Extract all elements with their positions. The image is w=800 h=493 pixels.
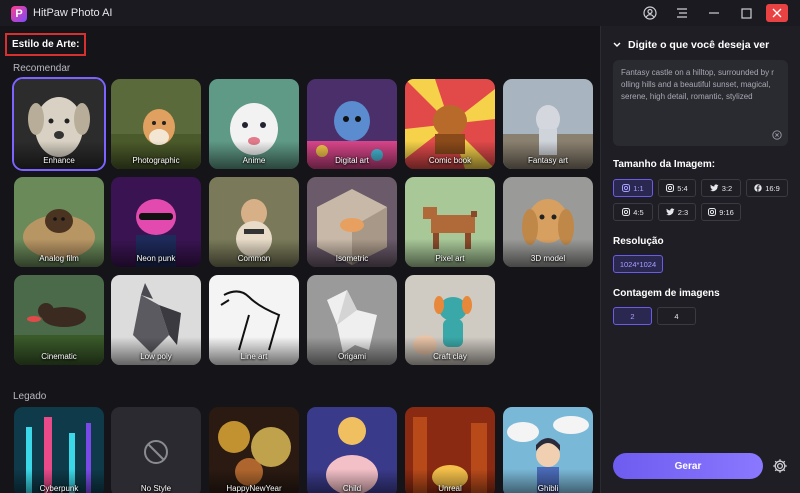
count-option-label: 2 bbox=[630, 311, 635, 321]
style-card-label: Photographic bbox=[132, 156, 180, 165]
settings-panel: Digite o que você deseja ver Fantasy cas… bbox=[600, 26, 800, 493]
size-option-label: 16:9 bbox=[765, 183, 780, 193]
no-style-icon bbox=[144, 440, 168, 464]
instagram-icon bbox=[666, 184, 675, 192]
style-panel: Estilo de Arte: Recomendar Enhance Photo… bbox=[0, 26, 600, 493]
style-card-enhance[interactable]: Enhance bbox=[12, 77, 106, 171]
section-title: Estilo de Arte: bbox=[5, 33, 87, 56]
size-option-label: 2:3 bbox=[677, 207, 689, 217]
size-option-5-4[interactable]: 5:4 bbox=[658, 179, 696, 197]
instagram-icon bbox=[622, 208, 631, 216]
size-option-2-3[interactable]: 2:3 bbox=[658, 203, 696, 221]
group-label-recommended: Recomendar bbox=[13, 63, 71, 74]
app-title: HitPaw Photo AI bbox=[33, 7, 113, 19]
style-card-label: Digital art bbox=[335, 156, 369, 165]
count-option-4[interactable]: 4 bbox=[657, 307, 696, 325]
account-icon[interactable] bbox=[639, 4, 661, 22]
count-option-2[interactable]: 2 bbox=[613, 307, 652, 325]
size-option-9-16[interactable]: 9:16 bbox=[701, 203, 741, 221]
style-card-label: Neon punk bbox=[136, 254, 176, 263]
size-option-16-9[interactable]: 16:9 bbox=[746, 179, 788, 197]
style-card-label: Common bbox=[237, 254, 271, 263]
style-card-label: Unreal bbox=[438, 484, 462, 493]
style-card-digital-art[interactable]: Digital art bbox=[307, 79, 397, 169]
size-option-3-2[interactable]: 3:2 bbox=[701, 179, 741, 197]
title-bar: P HitPaw Photo AI bbox=[0, 0, 800, 26]
size-option-label: 9:16 bbox=[719, 207, 734, 217]
close-icon[interactable] bbox=[766, 4, 788, 22]
resolution-label: Resolução bbox=[613, 236, 664, 247]
style-card-craft-clay[interactable]: Craft clay bbox=[405, 275, 495, 365]
twitter-icon bbox=[709, 184, 719, 192]
style-card-label: Craft clay bbox=[433, 352, 467, 361]
count-option-label: 4 bbox=[674, 311, 679, 321]
style-card-happynewyear[interactable]: HappyNewYear bbox=[209, 407, 299, 493]
style-card-label: Anime bbox=[242, 156, 266, 165]
app-logo: P bbox=[11, 6, 27, 22]
style-card-origami[interactable]: Origami bbox=[307, 275, 397, 365]
style-card-label: Cinematic bbox=[41, 352, 77, 361]
size-option-label: 1:1 bbox=[633, 183, 644, 193]
style-card-label: Cyberpunk bbox=[39, 484, 79, 493]
style-card-comic-book[interactable]: Comic book bbox=[405, 79, 495, 169]
style-card-no-style[interactable]: No Style bbox=[111, 407, 201, 493]
style-card-ghibli[interactable]: Ghibli bbox=[503, 407, 593, 493]
generate-button-label: Gerar bbox=[674, 460, 702, 472]
style-card-label: Fantasy art bbox=[527, 156, 568, 165]
style-card-photographic[interactable]: Photographic bbox=[111, 79, 201, 169]
style-card-low-poly[interactable]: Low poly bbox=[111, 275, 201, 365]
style-card-line-art[interactable]: Line art bbox=[209, 275, 299, 365]
image-size-label: Tamanho da Imagem: bbox=[613, 159, 716, 170]
style-card-unreal[interactable]: Unreal bbox=[405, 407, 495, 493]
style-card-label: Origami bbox=[337, 352, 366, 361]
style-card-cinematic[interactable]: Cinematic bbox=[14, 275, 104, 365]
style-card-cyberpunk[interactable]: Cyberpunk bbox=[14, 407, 104, 493]
style-card-pixel-art[interactable]: Pixel art bbox=[405, 177, 495, 267]
gear-icon[interactable] bbox=[772, 458, 788, 474]
style-card-analog-film[interactable]: Analog film bbox=[14, 177, 104, 267]
style-card-label: Low poly bbox=[140, 352, 172, 361]
style-card-label: Pixel art bbox=[435, 254, 465, 263]
size-option-label: 5:4 bbox=[677, 183, 688, 193]
style-card-label: Line art bbox=[240, 352, 268, 361]
style-card-label: Isometric bbox=[335, 254, 369, 263]
twitter-icon bbox=[665, 208, 675, 216]
resolution-option[interactable]: 1024*1024 bbox=[613, 255, 663, 273]
style-card-fantasy-art[interactable]: Fantasy art bbox=[503, 79, 593, 169]
resolution-value: 1024*1024 bbox=[619, 259, 657, 269]
style-card-label: Ghibli bbox=[537, 484, 559, 493]
prompt-header[interactable]: Digite o que você deseja ver bbox=[613, 39, 769, 51]
style-card-label: Comic book bbox=[428, 156, 472, 165]
size-option-1-1[interactable]: 1:1 bbox=[613, 179, 653, 197]
style-card-label: HappyNewYear bbox=[226, 484, 282, 493]
style-card-isometric[interactable]: Isometric bbox=[307, 177, 397, 267]
prompt-header-label: Digite o que você deseja ver bbox=[628, 39, 770, 51]
style-card-3d-model[interactable]: 3D model bbox=[503, 177, 593, 267]
group-label-legacy: Legado bbox=[13, 391, 47, 402]
style-card-label: Child bbox=[342, 484, 362, 493]
image-count-label: Contagem de imagens bbox=[613, 288, 720, 299]
style-card-label: Analog film bbox=[39, 254, 79, 263]
facebook-icon bbox=[754, 184, 762, 192]
style-card-anime[interactable]: Anime bbox=[209, 79, 299, 169]
style-card-label: Enhance bbox=[43, 156, 75, 165]
prompt-text: Fantasy castle on a hilltop, surrounded … bbox=[621, 68, 774, 101]
style-card-common[interactable]: Common bbox=[209, 177, 299, 267]
minimize-icon[interactable] bbox=[703, 4, 725, 22]
size-option-label: 3:2 bbox=[721, 183, 733, 193]
instagram-icon bbox=[708, 208, 717, 216]
generate-button[interactable]: Gerar bbox=[613, 453, 763, 479]
size-option-label: 4:5 bbox=[633, 207, 644, 217]
chevron-down-icon bbox=[613, 42, 621, 47]
menu-icon[interactable] bbox=[671, 4, 693, 22]
style-card-neon-punk[interactable]: Neon punk bbox=[111, 177, 201, 267]
instagram-icon bbox=[622, 184, 631, 192]
maximize-icon[interactable] bbox=[735, 4, 757, 22]
style-card-label: 3D model bbox=[530, 254, 566, 263]
style-card-child[interactable]: Child bbox=[307, 407, 397, 493]
clear-icon[interactable] bbox=[772, 130, 782, 140]
style-card-label: No Style bbox=[140, 484, 172, 493]
prompt-input[interactable]: Fantasy castle on a hilltop, surrounded … bbox=[613, 60, 788, 146]
size-option-4-5[interactable]: 4:5 bbox=[613, 203, 653, 221]
